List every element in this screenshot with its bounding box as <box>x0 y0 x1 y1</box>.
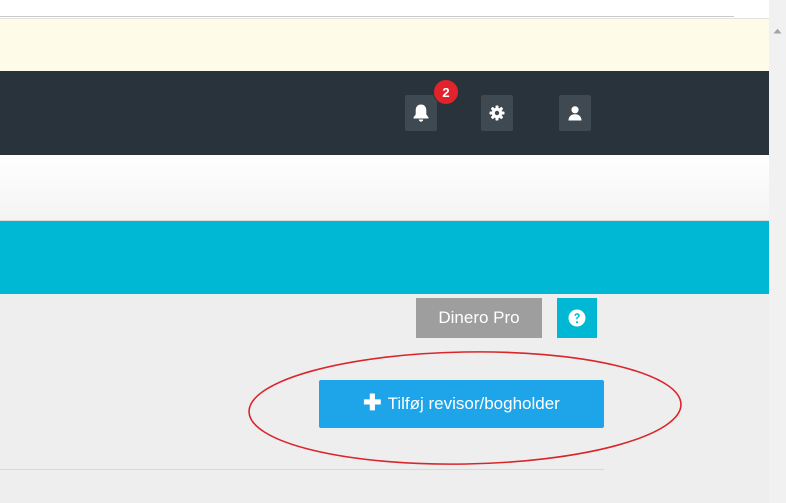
add-accountant-button-label: Tilføj revisor/bogholder <box>387 394 560 413</box>
profile-button[interactable] <box>559 95 591 131</box>
plus-icon: ✚ <box>363 390 382 415</box>
top-divider <box>0 16 734 17</box>
plan-badge: Dinero Pro <box>416 298 542 338</box>
gear-icon <box>489 105 505 121</box>
top-navbar <box>0 71 769 155</box>
settings-button[interactable] <box>481 95 513 131</box>
vertical-scrollbar[interactable] <box>769 0 786 503</box>
add-accountant-button[interactable]: ✚ Tilføj revisor/bogholder <box>319 380 604 428</box>
user-icon <box>568 106 582 121</box>
scroll-up-arrow-icon[interactable] <box>769 22 786 39</box>
question-circle-icon <box>568 309 586 327</box>
page-header-bar <box>0 221 769 294</box>
sub-navigation-bar <box>0 155 769 221</box>
content-divider <box>0 469 604 470</box>
help-button[interactable] <box>557 298 597 338</box>
notifications-button[interactable] <box>405 95 437 131</box>
bell-icon <box>413 104 429 122</box>
notification-count-badge: 2 <box>434 80 458 104</box>
notice-bar <box>0 19 769 71</box>
